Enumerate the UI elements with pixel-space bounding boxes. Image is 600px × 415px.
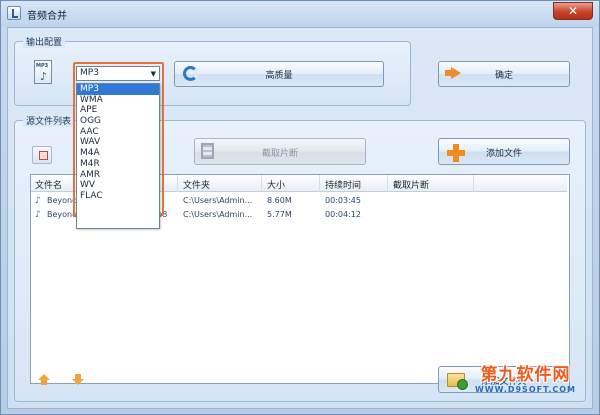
output-config-title: 输出配置: [23, 35, 66, 48]
row-size: 5.77M: [267, 210, 292, 219]
col-header-size[interactable]: 大小: [267, 178, 285, 191]
delete-icon: [39, 151, 48, 160]
music-file-icon: ♪: [35, 210, 41, 220]
quality-button[interactable]: 高质量: [174, 61, 384, 87]
format-option[interactable]: WV: [77, 180, 159, 191]
format-option[interactable]: WMA: [77, 95, 159, 106]
confirm-button[interactable]: 确定: [438, 61, 570, 87]
format-option[interactable]: OGG: [77, 116, 159, 127]
music-file-icon: ♪: [35, 196, 41, 206]
source-files-title: 源文件列表: [23, 114, 75, 127]
add-file-button[interactable]: 添加文件: [438, 138, 570, 165]
move-down-icon[interactable]: [72, 374, 84, 386]
delete-tool-button[interactable]: [32, 146, 52, 164]
app-icon: [7, 6, 21, 20]
col-header-duration[interactable]: 持续时间: [325, 178, 361, 191]
watermark-sub: WWW.D9SOFT.COM: [474, 385, 576, 394]
confirm-button-label: 确定: [494, 71, 513, 81]
format-option[interactable]: M4R: [77, 159, 159, 170]
format-option[interactable]: FLAC: [77, 191, 159, 202]
format-select-value: MP3: [80, 68, 99, 78]
col-header-cut[interactable]: 截取片断: [393, 178, 429, 191]
move-up-icon[interactable]: [38, 374, 50, 386]
client-area: 输出配置 MP3 ♪ 高质量 确定 源文件列表 截取片断 添加文件 文件名 文件…: [7, 27, 593, 409]
quality-button-label: 高质量: [265, 71, 293, 81]
mp3-file-icon: MP3 ♪: [34, 60, 52, 84]
row-size: 8.60M: [267, 196, 292, 205]
title-bar[interactable]: 音频合并 ✕: [1, 1, 599, 27]
format-option[interactable]: M4A: [77, 148, 159, 159]
add-file-label: 添加文件: [485, 148, 522, 159]
row-folder: C:\Users\Admin...: [183, 196, 253, 205]
window-title: 音频合并: [27, 11, 67, 22]
format-select[interactable]: MP3 ▼: [76, 66, 160, 81]
col-header-folder[interactable]: 文件夹: [183, 178, 210, 191]
app-window: 音频合并 ✕ 输出配置 MP3 ♪ 高质量 确定 源文件列表 截取片断 添加文件…: [0, 0, 600, 415]
row-duration: 00:04:12: [325, 210, 361, 219]
chevron-down-icon: ▼: [150, 70, 156, 78]
close-button[interactable]: ✕: [553, 2, 593, 20]
format-option[interactable]: AMR: [77, 170, 159, 181]
format-dropdown-list: MP3 WMA APE OGG AAC WAV M4A M4R AMR WV F…: [76, 83, 160, 229]
site-watermark: 第九软件网 WWW.D9SOFT.COM: [475, 360, 576, 394]
format-option[interactable]: MP3: [77, 84, 159, 95]
format-option[interactable]: WAV: [77, 137, 159, 148]
format-option[interactable]: APE: [77, 105, 159, 116]
format-option[interactable]: AAC: [77, 127, 159, 138]
cut-segment-label: 截取片断: [261, 148, 298, 159]
cut-segment-button[interactable]: 截取片断: [194, 138, 366, 165]
row-folder: C:\Users\Admin...: [183, 210, 253, 219]
row-duration: 00:03:45: [325, 196, 361, 205]
watermark-main: 第九软件网: [480, 365, 571, 385]
col-header-name[interactable]: 文件名: [35, 178, 62, 191]
